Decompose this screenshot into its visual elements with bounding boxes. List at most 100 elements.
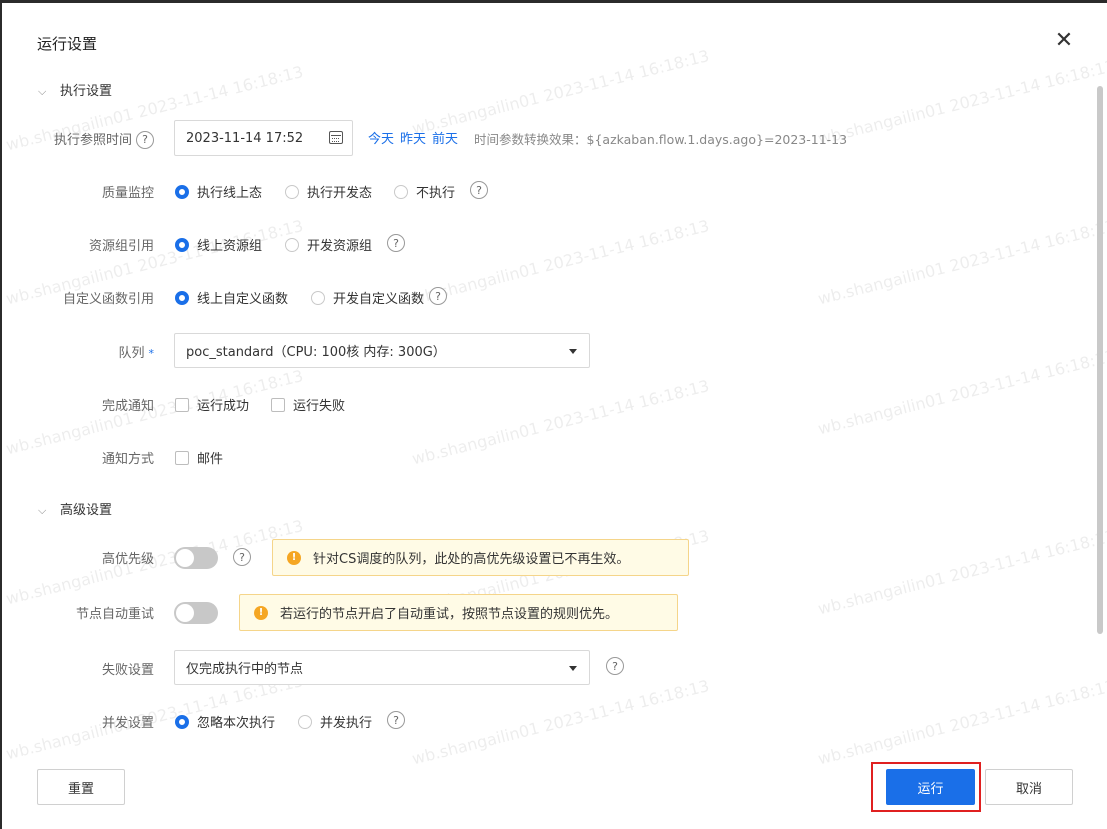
auto-retry-notice: ! 若运行的节点开启了自动重试，按照节点设置的规则优先。 [239,594,678,631]
queue-value: poc_standard（CPU: 100核 内存: 300G） [186,345,446,360]
notice-text: 针对CS调度的队列，此处的高优先级设置已不再生效。 [313,552,630,567]
checkbox-label: 运行成功 [197,399,250,414]
section-advanced-settings[interactable]: ⌵ 高级设置 [38,499,112,518]
close-icon[interactable]: ✕ [1053,30,1075,52]
help-icon[interactable]: ? [470,181,488,199]
failure-value: 仅完成执行中的节点 [186,662,304,677]
caret-down-icon [569,666,577,671]
help-icon[interactable]: ? [429,287,447,305]
radio-udf-dev[interactable]: 开发自定义函数 [311,288,424,307]
ref-time-label: 执行参照时间? [0,129,154,150]
failure-select[interactable]: 仅完成执行中的节点 [174,650,590,685]
ref-time-picker[interactable]: 2023-11-14 17:52 [174,120,353,156]
radio-quality-skip[interactable]: 不执行 [394,182,455,201]
checkbox-label: 运行失败 [293,399,346,414]
warning-icon: ! [287,550,301,565]
radio-udf-online[interactable]: 线上自定义函数 [175,288,288,307]
queue-label: 队列 * [0,342,154,361]
notify-method-label: 通知方式 [101,452,154,467]
watermark: wb.shangailin01 2023-11-14 16:18:13 [816,346,1107,439]
ref-time-label-text: 执行参照时间 [53,133,132,148]
help-icon[interactable]: ? [136,130,154,149]
chevron-down-icon: ⌵ [38,504,47,517]
radio-resource-online[interactable]: 线上资源组 [175,235,262,254]
radio-concurrency-ignore[interactable]: 忽略本次执行 [175,712,275,731]
radio-dot [175,290,189,305]
quality-label: 质量监控 [101,186,154,201]
resource-group-label: 资源组引用 [88,239,154,254]
caret-down-icon [569,349,577,354]
window-top-edge [0,0,1107,3]
watermark: wb.shangailin01 2023-11-14 16:18:13 [410,46,712,139]
link-day-before[interactable]: 前天 [432,128,458,147]
failure-label: 失败设置 [101,663,154,678]
link-today[interactable]: 今天 [368,128,394,147]
checkbox-run-success[interactable]: 运行成功 [175,395,249,414]
radio-dot [298,714,312,729]
concurrency-label: 并发设置 [101,716,154,731]
calendar-icon[interactable] [329,131,343,144]
radio-resource-dev[interactable]: 开发资源组 [285,235,372,254]
checkbox-run-fail[interactable]: 运行失败 [271,395,345,414]
queue-label-text: 队列 [118,346,145,361]
time-param-hint: 时间参数转换效果：${azkaban.flow.1.days.ago}=2023… [474,132,848,147]
radio-dot [311,290,325,305]
radio-label: 线上资源组 [197,239,263,254]
watermark: wb.shangailin01 2023-11-14 16:18:13 [410,216,712,309]
help-icon[interactable]: ? [387,711,405,729]
reset-button[interactable]: 重置 [37,769,125,805]
high-priority-label: 高优先级 [101,552,154,567]
radio-dot [285,184,299,199]
watermark: wb.shangailin01 2023-11-14 16:18:13 [816,526,1107,619]
radio-label: 开发资源组 [307,239,373,254]
toggle-knob [176,549,194,567]
cancel-button[interactable]: 取消 [985,769,1073,805]
high-priority-notice: ! 针对CS调度的队列，此处的高优先级设置已不再生效。 [272,539,689,576]
auto-retry-label: 节点自动重试 [75,607,154,622]
section-title: 执行设置 [60,84,113,99]
radio-dot [175,714,189,729]
radio-quality-dev[interactable]: 执行开发态 [285,182,372,201]
checkbox-box [175,397,189,412]
link-yesterday[interactable]: 昨天 [400,128,426,147]
watermark: wb.shangailin01 2023-11-14 16:18:13 [410,676,712,769]
radio-concurrency-parallel[interactable]: 并发执行 [298,712,372,731]
radio-label: 不执行 [416,186,456,201]
auto-retry-toggle[interactable] [174,602,218,624]
radio-label: 线上自定义函数 [197,292,289,307]
radio-quality-online[interactable]: 执行线上态 [175,182,262,201]
run-button[interactable]: 运行 [886,769,975,805]
warning-icon: ! [254,605,268,620]
chevron-down-icon: ⌵ [38,85,47,98]
help-icon[interactable]: ? [387,234,405,252]
high-priority-toggle[interactable] [174,547,218,569]
radio-label: 开发自定义函数 [333,292,425,307]
radio-label: 忽略本次执行 [197,716,276,731]
watermark: wb.shangailin01 2023-11-14 16:18:13 [816,56,1107,149]
checkbox-box [175,450,189,465]
window-left-edge [0,0,2,829]
radio-label: 并发执行 [320,716,373,731]
radio-dot [394,184,408,199]
checkbox-label: 邮件 [197,452,224,467]
section-exec-settings[interactable]: ⌵ 执行设置 [38,80,112,99]
queue-select[interactable]: poc_standard（CPU: 100核 内存: 300G） [174,333,590,368]
help-icon[interactable]: ? [233,548,251,566]
radio-dot [175,184,189,199]
watermark: wb.shangailin01 2023-11-14 16:18:13 [816,216,1107,309]
help-icon[interactable]: ? [606,657,624,675]
radio-label: 执行线上态 [197,186,263,201]
checkbox-email[interactable]: 邮件 [175,448,223,467]
dialog-title: 运行设置 [37,35,98,53]
scrollbar[interactable] [1097,86,1103,634]
ref-time-value: 2023-11-14 17:52 [186,130,304,146]
watermark: wb.shangailin01 2023-11-14 16:18:13 [410,376,712,469]
udf-label: 自定义函数引用 [62,292,154,307]
checkbox-box [271,397,285,412]
required-mark: * [148,347,155,360]
radio-label: 执行开发态 [307,186,373,201]
finish-notify-label: 完成通知 [101,399,154,414]
radio-dot [175,237,189,252]
watermark: wb.shangailin01 2023-11-14 16:18:13 [816,676,1107,769]
section-title: 高级设置 [60,503,113,518]
